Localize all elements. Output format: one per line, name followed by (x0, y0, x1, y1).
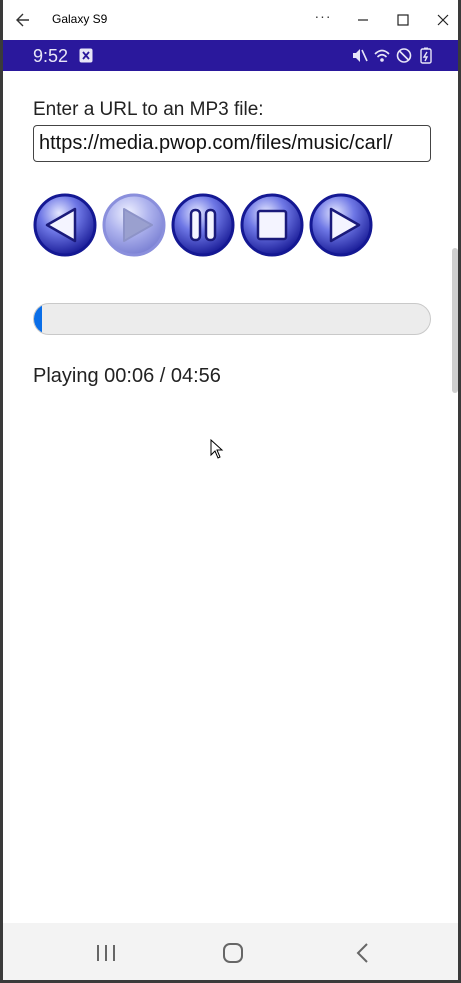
emulator-window: Galaxy S9 ··· 9:52 Enter a URL to an MP3… (0, 0, 461, 983)
maximize-icon[interactable] (393, 10, 413, 30)
mute-icon (353, 49, 368, 62)
stop-icon (240, 193, 304, 257)
playback-status: Playing 00:06 / 04:56 (33, 365, 221, 387)
pause-icon (171, 193, 235, 257)
notification-icon (79, 48, 93, 63)
rewind-button[interactable] (33, 193, 97, 257)
minimize-icon[interactable] (353, 10, 373, 30)
url-input[interactable]: https://media.pwop.com/files/music/carl/ (33, 125, 431, 162)
rewind-icon (33, 193, 97, 257)
status-time: 9:52 (33, 46, 69, 66)
status-icons (352, 47, 434, 65)
android-nav-bar (3, 923, 458, 980)
wifi-icon (374, 49, 390, 62)
emulator-title-bar: Galaxy S9 ··· (3, 0, 458, 40)
home-icon[interactable] (222, 942, 244, 964)
close-icon[interactable] (433, 10, 453, 30)
url-label: Enter a URL to an MP3 file: (33, 99, 264, 120)
android-status-bar: 9:52 (3, 40, 458, 71)
play-button[interactable] (102, 193, 166, 257)
back-icon[interactable] (355, 942, 371, 964)
more-options-icon[interactable]: ··· (313, 8, 333, 28)
do-not-disturb-icon (396, 48, 412, 63)
app-content: Enter a URL to an MP3 file: https://medi… (3, 71, 458, 923)
window-title: Galaxy S9 (52, 12, 108, 26)
pause-button[interactable] (171, 193, 235, 257)
scroll-indicator (452, 248, 458, 393)
stop-button[interactable] (240, 193, 304, 257)
back-arrow-icon[interactable] (13, 10, 35, 30)
forward-icon (309, 193, 373, 257)
recent-apps-icon[interactable] (95, 943, 117, 963)
battery-icon (420, 47, 432, 64)
forward-button[interactable] (309, 193, 373, 257)
playback-progress-bar[interactable] (33, 303, 431, 335)
play-icon (102, 193, 166, 257)
mouse-cursor-icon (210, 439, 224, 459)
progress-fill (34, 304, 42, 334)
